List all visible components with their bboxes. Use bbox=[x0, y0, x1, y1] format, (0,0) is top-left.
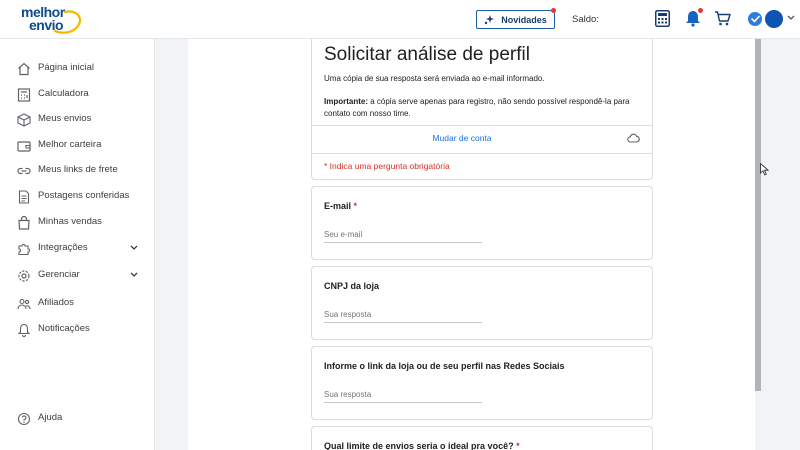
email-field[interactable]: Seu e-mail bbox=[324, 230, 482, 243]
question-title-text: CNPJ da loja bbox=[324, 281, 380, 291]
sidebar-item-calculadora[interactable]: Calculadora bbox=[0, 84, 155, 106]
question-title: Qual limite de envios seria o ideal pra … bbox=[324, 441, 520, 450]
sidebar-item-label: Gerenciar bbox=[38, 269, 80, 280]
sidebar-item-minhas-vendas[interactable]: Minhas vendas bbox=[0, 212, 155, 234]
question-title-text: Qual limite de envios seria o ideal pra … bbox=[324, 441, 514, 450]
important-label: Importante: bbox=[324, 97, 368, 106]
required-asterisk: * bbox=[516, 441, 520, 450]
verified-icon[interactable] bbox=[748, 12, 762, 26]
question-title: E-mail * bbox=[324, 201, 357, 211]
important-text: a cópia serve apenas para registro, não … bbox=[324, 97, 630, 118]
sidebar-item-label: Postagens conferidas bbox=[38, 190, 130, 201]
form-header-card: Solicitar análise de perfil Uma cópia de… bbox=[311, 39, 653, 180]
question-card-store-link: Informe o link da loja ou de seu perfil … bbox=[311, 346, 653, 420]
mouse-cursor-icon bbox=[760, 163, 769, 176]
required-asterisk: * bbox=[353, 201, 358, 211]
sparkle-icon bbox=[485, 14, 495, 24]
chevron-down-icon[interactable] bbox=[130, 272, 138, 278]
link-icon bbox=[17, 167, 31, 175]
novidades-label: Novidades bbox=[501, 14, 547, 25]
sidebar-item-notificacoes[interactable]: Notificações bbox=[0, 319, 155, 341]
sidebar-item-meus-envios[interactable]: Meus envios bbox=[0, 109, 155, 131]
divider bbox=[312, 125, 652, 126]
sidebar-item-melhor-carteira[interactable]: Melhor carteira bbox=[0, 135, 155, 157]
sidebar-item-label: Integrações bbox=[38, 242, 88, 253]
sidebar-item-pagina-inicial[interactable]: Página inicial bbox=[0, 58, 155, 80]
help-icon bbox=[17, 412, 31, 426]
question-title: CNPJ da loja bbox=[324, 281, 379, 291]
avatar[interactable] bbox=[765, 10, 783, 28]
sidebar-item-integracoes[interactable]: Integrações bbox=[0, 238, 155, 260]
form-title: Solicitar análise de perfil bbox=[324, 44, 530, 65]
question-title-text: E-mail bbox=[324, 201, 352, 211]
puzzle-icon bbox=[18, 244, 30, 256]
bag-icon bbox=[18, 216, 30, 230]
question-title: Informe o link da loja ou de seu perfil … bbox=[324, 361, 565, 371]
sidebar-item-label: Notificações bbox=[38, 323, 90, 334]
notification-badge bbox=[698, 8, 703, 13]
question-card-email: E-mail * Seu e-mail bbox=[311, 186, 653, 260]
bell-icon bbox=[17, 323, 31, 337]
saldo-label: Saldo: bbox=[572, 14, 599, 25]
sidebar-item-label: Afiliados bbox=[38, 297, 74, 308]
sidebar-item-ajuda[interactable]: Ajuda bbox=[0, 408, 155, 430]
sidebar: Página inicial Calculadora Meus envios M… bbox=[0, 39, 155, 450]
question-title-text: Informe o link da loja ou de seu perfil … bbox=[324, 361, 565, 371]
logo-swoosh-icon bbox=[53, 10, 82, 34]
people-icon bbox=[17, 298, 31, 310]
change-account-link[interactable]: Mudar de conta bbox=[312, 133, 612, 143]
cloud-icon bbox=[627, 133, 640, 143]
sidebar-item-label: Melhor carteira bbox=[38, 139, 102, 150]
scrollbar-thumb[interactable] bbox=[755, 39, 761, 391]
novidades-badge bbox=[551, 8, 556, 13]
wallet-icon bbox=[17, 141, 31, 152]
form-copy-note: Uma cópia de sua resposta será enviada a… bbox=[324, 74, 545, 83]
sidebar-item-label: Página inicial bbox=[38, 62, 94, 73]
sidebar-item-gerenciar[interactable]: Gerenciar bbox=[0, 265, 155, 287]
home-icon bbox=[18, 62, 30, 76]
top-bar: melhor envio Novidades Saldo: bbox=[0, 0, 800, 39]
sidebar-item-label: Minhas vendas bbox=[38, 216, 102, 227]
sidebar-item-meus-links-de-frete[interactable]: Meus links de frete bbox=[0, 160, 155, 182]
sidebar-item-label: Meus links de frete bbox=[38, 164, 118, 175]
calculator-icon bbox=[17, 88, 31, 102]
logo[interactable]: melhor envio bbox=[21, 5, 82, 34]
sidebar-item-postagens-conferidas[interactable]: Postagens conferidas bbox=[0, 186, 155, 208]
required-note: * Indica uma pergunta obrigatória bbox=[324, 161, 450, 171]
question-card-limit: Qual limite de envios seria o ideal pra … bbox=[311, 426, 653, 450]
novidades-button[interactable]: Novidades bbox=[476, 8, 556, 29]
checkmark-icon bbox=[750, 15, 760, 23]
chevron-down-icon[interactable] bbox=[130, 245, 138, 251]
gear-icon bbox=[18, 270, 30, 282]
question-card-cnpj: CNPJ da loja Sua resposta bbox=[311, 266, 653, 340]
sidebar-item-label: Meus envios bbox=[38, 113, 92, 124]
sidebar-item-afiliados[interactable]: Afiliados bbox=[0, 293, 155, 315]
chevron-down-icon[interactable] bbox=[787, 15, 795, 21]
sidebar-item-label: Calculadora bbox=[38, 88, 89, 99]
box-icon bbox=[17, 113, 31, 127]
cart-icon[interactable] bbox=[714, 11, 731, 26]
sidebar-item-label: Ajuda bbox=[38, 412, 63, 423]
store-link-field[interactable]: Sua resposta bbox=[324, 390, 482, 403]
form-important-note: Importante: a cópia serve apenas para re… bbox=[324, 96, 644, 120]
document-icon bbox=[18, 190, 30, 204]
calculator-icon[interactable] bbox=[655, 10, 670, 27]
cnpj-field[interactable]: Sua resposta bbox=[324, 310, 482, 323]
divider bbox=[312, 153, 652, 154]
